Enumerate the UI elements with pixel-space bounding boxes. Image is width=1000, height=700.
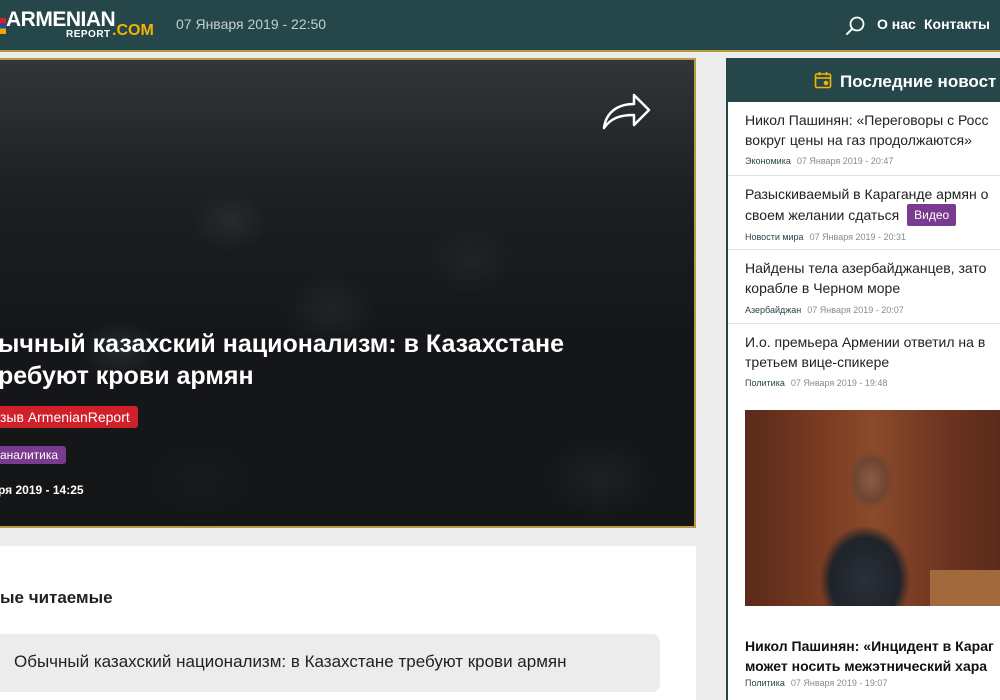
most-read-item[interactable]: Обычный казахский национализм: в Казахст… xyxy=(0,634,660,692)
video-badge[interactable]: Видео xyxy=(907,204,957,226)
latest-news-panel: Последние новост Никол Пашинян: «Перегов… xyxy=(726,58,1000,700)
news-item-title: Никол Пашинян: «Переговоры с Росс вокруг… xyxy=(745,112,989,148)
news-item-category[interactable]: Политика xyxy=(745,378,785,388)
news-item-title: Найдены тела азербайджанцев, зато корабл… xyxy=(745,260,987,296)
share-arrow-icon[interactable] xyxy=(600,90,652,132)
news-item-meta: Экономика 07 Января 2019 - 20:47 xyxy=(745,156,893,166)
news-item-time: 07 Января 2019 - 19:48 xyxy=(790,378,888,388)
hero-date: ря 2019 - 14:25 xyxy=(0,483,84,497)
news-item[interactable]: Никол Пашинян: «Переговоры с Росс вокруг… xyxy=(728,102,1000,176)
news-item-time: 07 Января 2019 - 20:07 xyxy=(807,305,904,315)
news-item-title: Разыскиваемый в Караганде армян о своем … xyxy=(745,184,1000,226)
news-item-category[interactable]: Новости мира xyxy=(745,232,804,242)
most-read-section: ые читаемые Обычный казахский национализ… xyxy=(0,546,696,700)
most-read-item-text: Обычный казахский национализм: в Казахст… xyxy=(14,652,567,671)
most-read-title: ые читаемые xyxy=(0,588,113,607)
site-logo[interactable]: ARMENIAN REPORT .COM xyxy=(0,8,160,44)
news-item[interactable]: Разыскиваемый в Караганде армян о своем … xyxy=(728,176,1000,250)
search-icon[interactable] xyxy=(845,15,867,37)
nav-about[interactable]: О нас xyxy=(877,16,916,32)
hero-article[interactable]: ычный казахский национализм: в Казахстан… xyxy=(0,58,696,528)
news-item-title: И.о. премьера Армении ответил на в треть… xyxy=(745,334,986,370)
news-item-meta: Политика 07 Января 2019 - 19:48 xyxy=(745,378,887,388)
featured-news-photo[interactable] xyxy=(745,410,1000,606)
header-date: 07 Января 2019 - 22:50 xyxy=(176,16,327,32)
news-item-time: 07 Января 2019 - 20:47 xyxy=(796,156,894,166)
featured-news-time: 07 Января 2019 - 19:07 xyxy=(790,678,888,688)
latest-news-header: Последние новост xyxy=(728,60,1000,102)
calendar-icon xyxy=(814,72,832,89)
logo-com-text: .COM xyxy=(112,22,154,39)
hero-author-badge[interactable]: зыв ArmenianReport xyxy=(0,406,138,428)
news-item-meta: Новости мира 07 Января 2019 - 20:31 xyxy=(745,232,906,242)
news-item[interactable]: И.о. премьера Армении ответил на в треть… xyxy=(728,324,1000,398)
news-item-category[interactable]: Экономика xyxy=(745,156,791,166)
news-item-meta: Азербайджан 07 Января 2019 - 20:07 xyxy=(745,305,904,315)
logo-report-text: REPORT xyxy=(66,29,111,40)
hero-category-badge[interactable]: аналитика xyxy=(0,446,67,464)
featured-news-title[interactable]: Никол Пашинян: «Инцидент в Караг может н… xyxy=(745,636,1000,676)
latest-news-title: Последние новост xyxy=(840,72,997,91)
site-header: ARMENIAN REPORT .COM 07 Января 2019 - 22… xyxy=(0,0,1000,52)
nav-contacts[interactable]: Контакты xyxy=(924,16,990,32)
news-item-time: 07 Января 2019 - 20:31 xyxy=(809,232,907,242)
photo-podium xyxy=(930,570,1000,606)
news-item-category[interactable]: Азербайджан xyxy=(745,305,801,315)
hero-image xyxy=(0,60,694,526)
hero-title[interactable]: ычный казахский национализм: в Казахстан… xyxy=(0,328,638,392)
featured-news-meta: Политика 07 Января 2019 - 19:07 xyxy=(745,678,887,688)
featured-news-category[interactable]: Политика xyxy=(745,678,785,688)
news-item[interactable]: Найдены тела азербайджанцев, зато корабл… xyxy=(728,250,1000,324)
